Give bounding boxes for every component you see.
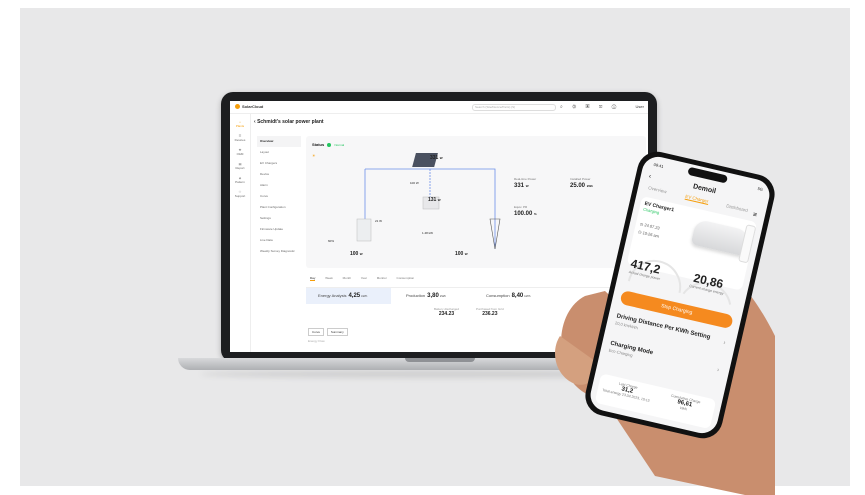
tab-year[interactable]: Year — [361, 276, 367, 280]
submenu-item[interactable]: Live Data — [257, 235, 301, 246]
status-indicator: Status Normal — [312, 142, 345, 147]
submenu-item[interactable]: Weekly Survey Diagnostic — [257, 246, 301, 257]
submenu-item[interactable]: Alarm — [257, 180, 301, 191]
submenu-item[interactable]: Device — [257, 169, 301, 180]
nav-pattern[interactable]: ◈ Pattern — [230, 176, 250, 184]
tab-month[interactable]: Month — [343, 276, 351, 280]
load-value: 100 W — [410, 181, 419, 185]
inverter-value: 131 W — [428, 197, 441, 203]
page-title: ‹ Schmidt's solar power plant — [254, 119, 324, 125]
energy-production: Production 3,80 kWh — [406, 293, 446, 299]
stat-battery-discharged: Battery discharged 234.23 — [434, 307, 460, 317]
time-tabs: Day Week Month Year Monitor Consumption — [310, 276, 423, 281]
nav-report[interactable]: ▤ Report — [230, 162, 250, 170]
nav-devices[interactable]: ☰ Devices — [230, 134, 250, 142]
tab-overview[interactable]: Overview — [648, 185, 667, 194]
app-topbar: SolarCloud Search (Site/Device/Parts) (S… — [230, 101, 648, 114]
submenu-item[interactable]: Firmware Update — [257, 224, 301, 235]
energy-flow-diagram — [356, 153, 501, 250]
last-charge: Last Charge 31,2 Total energy 23,04.2023, … — [602, 381, 650, 403]
tab-consumption[interactable]: Consumption — [397, 276, 415, 280]
ev-value: 21 W — [375, 219, 383, 223]
curve-button[interactable]: Curve — [308, 328, 325, 336]
tab-day[interactable]: Day — [310, 276, 316, 281]
search-input[interactable]: Search (Site/Device/Parts) (S) — [472, 104, 556, 111]
submenu-item[interactable]: Settings — [257, 213, 301, 224]
submenu-item[interactable]: EV Chargers — [257, 158, 301, 169]
toolbar-icons[interactable]: ⌕ ⚙ ▣ ✉ ⓘ — [560, 104, 620, 110]
tab-monitor[interactable]: Monitor — [377, 276, 387, 280]
battery-pct: 60% — [328, 239, 335, 243]
cumulative-charge: Cumulative Charge 96,61 kWh — [670, 393, 701, 412]
nav-plants[interactable]: ⌂ Plants — [230, 120, 250, 128]
view-buttons: Curve Summary — [308, 328, 350, 336]
sun-icon: ☀ — [312, 153, 316, 158]
plant-submenu: Overview Layout EV Chargers Device Alarm… — [257, 136, 301, 257]
submenu-item[interactable]: Plant Configuration — [257, 202, 301, 213]
summary-button[interactable]: Summary — [326, 328, 348, 336]
kpi-pr: Equiv. PR 100.00 % — [514, 205, 537, 217]
submenu-item[interactable]: Curve — [257, 191, 301, 202]
submenu-item[interactable]: Layout — [257, 147, 301, 158]
kpi-installed: Installed Power 25.00 kWh — [570, 177, 594, 189]
brand-logo: SolarCloud — [235, 104, 263, 109]
main-nav: ⌂ Plants ☰ Devices ⚒ O&M ▤ Report ◈ Pattern ☉… — [230, 114, 251, 352]
grid-value: 100 W — [455, 251, 468, 257]
pv-value: 331 W — [430, 155, 443, 161]
grid-small-value: 1.48 kW — [422, 231, 434, 235]
energy-analysis: Energy Analysis 4,25 kWh — [318, 293, 368, 299]
stat-grid-purchased: Purchased from Grid 236.23 — [476, 307, 504, 317]
status-dot-icon — [327, 142, 332, 147]
tab-dashboard[interactable]: Dashboard — [726, 203, 749, 213]
submenu-item[interactable]: Overview — [257, 136, 301, 147]
menu-icon[interactable]: ≡ — [752, 211, 758, 219]
nav-om[interactable]: ⚒ O&M — [230, 148, 250, 156]
laptop-notch — [405, 358, 475, 362]
charging-mode-row[interactable]: Charging Mode Eco-Charging › — [608, 341, 722, 378]
footer-label: Energy Flow — [308, 339, 325, 343]
tab-week[interactable]: Week — [325, 276, 333, 280]
energy-consumption: Consumption 8,40 kWh — [486, 293, 531, 299]
tab-ev-charger[interactable]: EV Charger — [684, 193, 709, 205]
battery-value: 100 W — [350, 251, 363, 257]
battery-icon — [356, 218, 372, 242]
user-menu[interactable]: User — [636, 104, 644, 109]
kpi-realtime: Real-time Power 331 W — [514, 177, 537, 189]
nav-support[interactable]: ☉ Support — [230, 190, 250, 198]
